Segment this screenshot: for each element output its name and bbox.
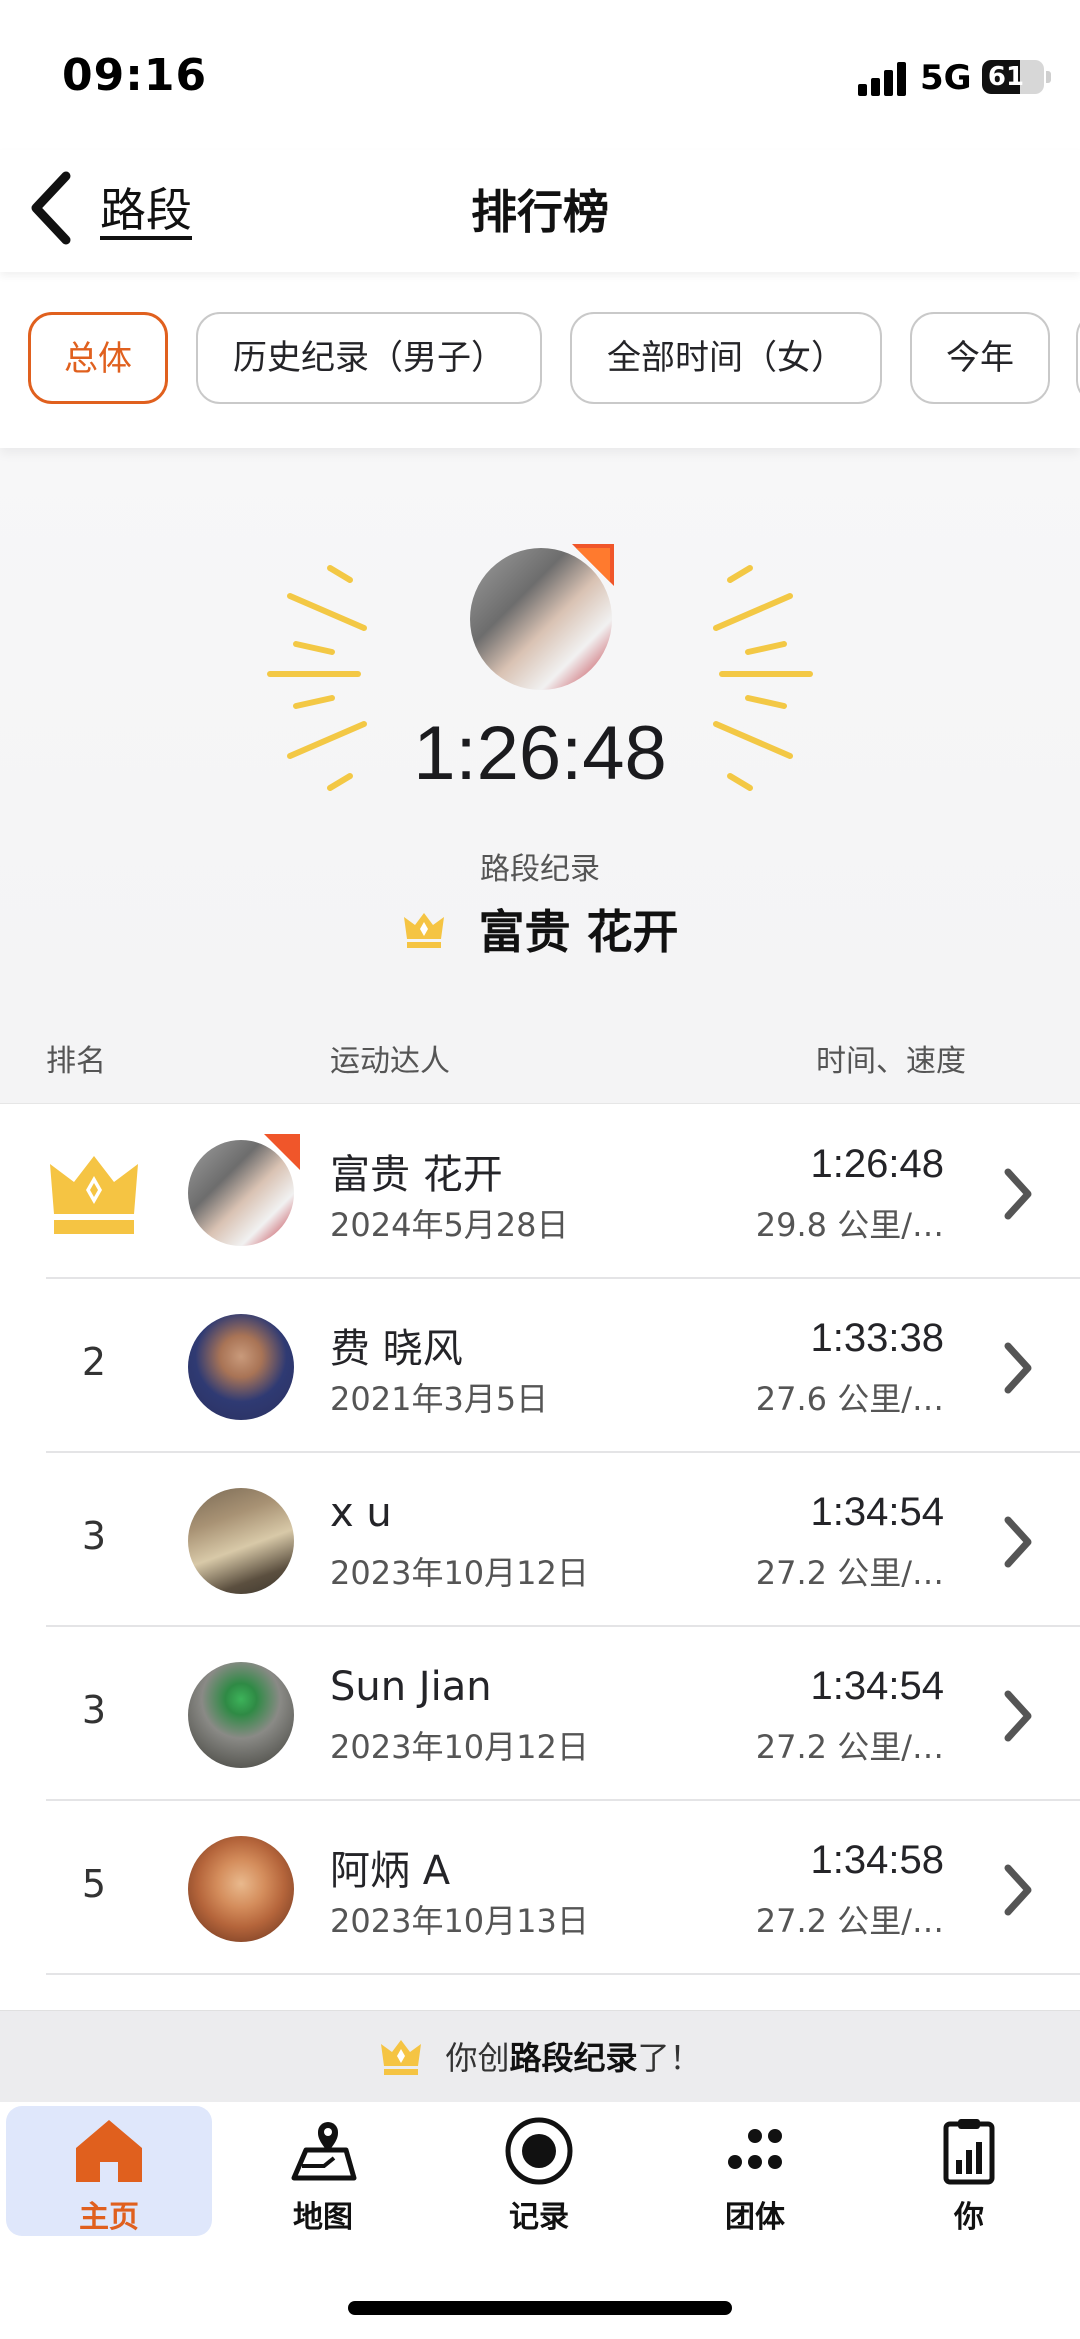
record-holder-name: 富贵 花开 [478,905,679,959]
rank-number: 3 [81,1514,107,1558]
tab-label: 记录 [509,2200,569,2235]
chevron-right-icon [1004,1516,1032,1568]
chevron-right-icon [1004,1168,1032,1220]
row-divider [46,1451,1080,1453]
status-time: 09:16 [62,50,208,101]
record-hero: 1:26:48 路段纪录 富贵 花开 [0,448,1080,1004]
tab-label: 地图 [293,2200,353,2235]
column-rank: 排名 [46,1044,106,1079]
tab-map[interactable]: 地图 [220,2106,426,2236]
row-divider [46,1277,1080,1279]
tab-label: 主页 [79,2200,139,2235]
record-icon [505,2117,573,2185]
filter-chip-overall[interactable]: 总体 [28,312,168,404]
subscriber-badge-icon [572,544,614,586]
home-icon [76,2120,142,2182]
column-athlete: 运动达人 [330,1044,450,1079]
tab-label: 你 [954,2200,984,2235]
chevron-right-icon [1004,1864,1032,1916]
chevron-right-icon [1004,1342,1032,1394]
activity-date: 2021年3月5日 [330,1380,549,1418]
effort-speed: 29.8 公里/… [755,1206,944,1244]
chevron-right-icon [1004,1690,1032,1742]
nav-header: 路段 排行榜 [0,150,1080,272]
activity-date: 2023年10月13日 [330,1902,589,1940]
leaderboard-row[interactable]: 5 阿炳 A 2023年10月13日 1:34:58 27.2 公里/… [0,1802,1080,1975]
rank-number: 3 [81,1688,107,1732]
effort-speed: 27.2 公里/… [755,1554,944,1592]
crown-icon [404,913,445,948]
groups-icon [728,2129,782,2169]
effort-time: 1:26:48 [810,1142,944,1186]
banner-text: 你创路段纪录了！ [445,2039,702,2077]
effort-time: 1:34:54 [810,1490,944,1534]
profile-icon [943,2119,995,2185]
record-time: 1:26:48 [413,711,667,796]
leaderboard-header: 排名 运动达人 时间、速度 [0,1004,1080,1104]
subscriber-badge-icon [264,1134,300,1170]
signal-icon [858,62,908,96]
tab-profile[interactable]: 你 [866,2106,1072,2236]
athlete-name: x u [330,1490,392,1536]
leaderboard-row[interactable] [0,1976,1080,2010]
status-bar: 09:16 5G 61 [0,0,1080,150]
activity-date: 2024年5月28日 [330,1206,569,1244]
tab-home[interactable]: 主页 [6,2106,212,2236]
tab-record[interactable]: 记录 [436,2106,642,2236]
filter-chip-this-year[interactable]: 今年 [910,312,1050,404]
tab-label: 团体 [725,2200,785,2235]
effort-speed: 27.2 公里/… [755,1902,944,1940]
record-banner[interactable]: 你创路段纪录了！ [0,2010,1080,2102]
tab-groups[interactable]: 团体 [652,2106,858,2236]
battery-tip [1046,71,1051,83]
crown-icon [381,2040,422,2075]
athlete-name: 阿炳 A [330,1848,451,1894]
effort-time: 1:34:58 [810,1838,944,1882]
record-label: 路段纪录 [480,852,600,887]
crown-icon [50,1156,138,1234]
filter-bar: 总体 历史纪录（男子） 全部时间（女） 今年 [0,272,1080,448]
column-time-speed: 时间、速度 [816,1044,966,1079]
leaderboard-row[interactable]: 3 Sun Jian 2023年10月12日 1:34:54 27.2 公里/… [0,1628,1080,1801]
activity-date: 2023年10月12日 [330,1554,589,1592]
athlete-name: 费 晓风 [330,1326,463,1372]
avatar [188,1836,294,1942]
row-divider [46,1973,1080,1975]
athlete-name: 富贵 花开 [330,1152,503,1198]
leaderboard-row[interactable]: 富贵 花开 2024年5月28日 1:26:48 29.8 公里/… [0,1106,1080,1279]
rank-number: 2 [81,1340,107,1384]
leaderboard-row[interactable]: 3 x u 2023年10月12日 1:34:54 27.2 公里/… [0,1454,1080,1627]
record-holder[interactable]: 富贵 花开 [0,896,1080,962]
effort-speed: 27.6 公里/… [755,1380,944,1418]
home-indicator [348,2301,732,2315]
page-title: 排行榜 [471,185,609,239]
effort-time: 1:33:38 [810,1316,944,1360]
battery-icon: 61 [982,60,1044,94]
filter-chip-women-all-time[interactable]: 全部时间（女） [570,312,882,404]
effort-time: 1:34:54 [810,1664,944,1708]
battery-level: 61 [987,62,1025,92]
avatar [188,1662,294,1768]
rank-number: 5 [81,1862,107,1906]
activity-date: 2023年10月12日 [330,1728,589,1766]
effort-speed: 27.2 公里/… [755,1728,944,1766]
row-divider [46,1625,1080,1627]
athlete-name: Sun Jian [330,1664,492,1710]
map-icon [291,2122,357,2181]
filter-chip-men-record[interactable]: 历史纪录（男子） [196,312,542,404]
row-divider [46,1799,1080,1801]
leaderboard-row[interactable]: 2 费 晓风 2021年3月5日 1:33:38 27.6 公里/… [0,1280,1080,1453]
leaderboard-list: 富贵 花开 2024年5月28日 1:26:48 29.8 公里/… 2 费 晓… [0,1106,1080,2010]
filter-chip-more[interactable] [1076,312,1080,404]
avatar [188,1488,294,1594]
avatar [188,1314,294,1420]
network-type: 5G [920,58,972,98]
